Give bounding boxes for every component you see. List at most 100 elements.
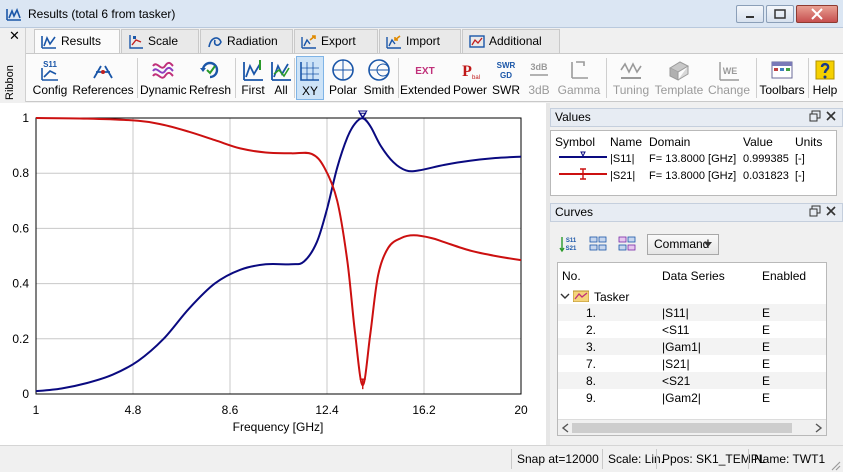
tab-radiation[interactable]: Radiation bbox=[200, 29, 293, 53]
curves-tool-button-3[interactable] bbox=[616, 233, 638, 255]
toolbar-separator bbox=[398, 58, 399, 98]
xy-chart[interactable]: 1 4.8 8.6 12.4 16.2 20 0 0.2 0.4 0.6 0.8 1 Frequenc… bbox=[0, 103, 546, 445]
close-panel-icon[interactable] bbox=[825, 205, 837, 217]
scroll-left-icon[interactable] bbox=[561, 423, 569, 433]
toolbar-separator bbox=[808, 58, 809, 98]
minimize-icon bbox=[746, 16, 754, 18]
y-tick-label: 0 bbox=[22, 387, 29, 401]
scroll-right-icon[interactable] bbox=[815, 423, 823, 433]
y-tick-label: 0.8 bbox=[12, 166, 29, 180]
resize-grip-icon[interactable] bbox=[829, 459, 841, 471]
all-button[interactable]: All bbox=[269, 56, 293, 100]
values-row-value: 0.999385 bbox=[743, 153, 789, 165]
values-table: Symbol Name Domain Value Units |S11| F= … bbox=[550, 130, 837, 196]
tree-col-no: No. bbox=[562, 269, 581, 283]
xy-button[interactable]: XY bbox=[296, 56, 324, 100]
ribbon-label: Ribbon bbox=[4, 65, 16, 100]
polar-button[interactable]: Polar bbox=[326, 56, 360, 100]
curves-tree[interactable]: No. Data Series Enabled Tasker 1. |S11| … bbox=[557, 262, 827, 436]
tree-row[interactable]: 2. <S11 E bbox=[558, 321, 826, 338]
tree-group-label[interactable]: Tasker bbox=[594, 290, 629, 304]
y-tick-label: 0.2 bbox=[12, 332, 29, 346]
tree-horizontal-scrollbar[interactable] bbox=[558, 419, 826, 435]
polar-icon bbox=[332, 59, 354, 81]
close-icon bbox=[811, 8, 823, 20]
help-button[interactable]: Help bbox=[810, 56, 840, 100]
tree-col-series: Data Series bbox=[662, 269, 725, 283]
app-icon bbox=[6, 8, 21, 21]
tree-row[interactable]: 1. |S11| E bbox=[558, 304, 826, 321]
svg-text:EXT: EXT bbox=[415, 66, 434, 77]
curves-tool-button-2[interactable] bbox=[587, 233, 609, 255]
plot-area[interactable]: 1 4.8 8.6 12.4 16.2 20 0 0.2 0.4 0.6 0.8 1 Frequenc… bbox=[0, 103, 546, 445]
ribbon-toolbar: S11 Config References Dynamic Refresh Fi… bbox=[26, 53, 843, 102]
tree-row[interactable]: 3. |Gam1| E bbox=[558, 338, 826, 355]
gamma-button[interactable]: Gamma bbox=[556, 56, 602, 100]
s11-symbol bbox=[559, 151, 607, 158]
close-window-button[interactable] bbox=[796, 5, 838, 23]
tab-scale[interactable]: Scale bbox=[121, 29, 199, 53]
tab-export[interactable]: Export bbox=[294, 29, 378, 53]
toolbar-separator bbox=[756, 58, 757, 98]
toolbar-separator bbox=[235, 58, 236, 98]
values-row-units: [-] bbox=[795, 170, 805, 182]
close-panel-icon[interactable] bbox=[825, 110, 837, 122]
tab-import[interactable]: Import bbox=[379, 29, 461, 53]
power-balance-icon: Pbal bbox=[462, 63, 480, 81]
values-col-units: Units bbox=[795, 135, 823, 149]
additional-icon bbox=[469, 35, 485, 48]
change-button[interactable]: WE Change bbox=[706, 56, 752, 100]
help-icon bbox=[815, 60, 835, 80]
config-button[interactable]: S11 Config bbox=[30, 56, 70, 100]
curves-tool-button-1[interactable]: S11 S21 bbox=[558, 233, 580, 255]
swr-button[interactable]: SWR GD SWR bbox=[490, 56, 522, 100]
x-axis-label: Frequency [GHz] bbox=[233, 420, 324, 434]
status-ppos: Ppos: SK1_TEMPL bbox=[662, 452, 766, 466]
smith-chart-icon bbox=[368, 59, 390, 81]
tree-row[interactable]: 8. <S21 E bbox=[558, 372, 826, 389]
tuning-button[interactable]: Tuning bbox=[610, 56, 652, 100]
smith-button[interactable]: Smith bbox=[362, 56, 396, 100]
tree-row[interactable]: 7. |S21| E bbox=[558, 355, 826, 372]
tree-collapse-icon[interactable] bbox=[560, 291, 570, 301]
toolbars-button[interactable]: Toolbars bbox=[758, 56, 806, 100]
config-icon: S11 bbox=[41, 60, 58, 81]
svg-text:bal: bal bbox=[472, 75, 480, 81]
chevron-down-icon bbox=[704, 242, 712, 247]
ribbon-side-strip: ✕ Ribbon bbox=[0, 28, 26, 102]
tab-additional[interactable]: Additional bbox=[462, 29, 560, 53]
group-curves-icon bbox=[589, 236, 607, 251]
power-button[interactable]: Pbal Power bbox=[452, 56, 488, 100]
restore-panel-icon[interactable] bbox=[809, 110, 821, 122]
series-line-s11 bbox=[35, 117, 522, 393]
tree-col-enabled: Enabled bbox=[762, 269, 807, 283]
minimize-button[interactable] bbox=[736, 5, 764, 23]
command-dropdown[interactable]: Command bbox=[647, 234, 719, 255]
extended-button[interactable]: EXT Extended bbox=[400, 56, 451, 100]
status-separator bbox=[656, 449, 657, 469]
tree-row[interactable]: 9. |Gam2| E bbox=[558, 389, 826, 406]
svg-text:S11: S11 bbox=[566, 238, 577, 244]
template-button[interactable]: Template bbox=[654, 56, 704, 100]
tab-results[interactable]: Results bbox=[34, 29, 120, 54]
3db-icon: 3dB bbox=[530, 62, 548, 76]
dynamic-button[interactable]: Dynamic bbox=[140, 56, 187, 100]
svg-text:SWR: SWR bbox=[497, 61, 516, 70]
chart-axes bbox=[35, 117, 522, 395]
refresh-button[interactable]: Refresh bbox=[188, 56, 232, 100]
3db-button[interactable]: 3dB 3dB bbox=[524, 56, 554, 100]
chart-series bbox=[35, 117, 522, 393]
values-row-name: |S11| bbox=[610, 153, 635, 165]
scrollbar-thumb[interactable] bbox=[572, 423, 792, 433]
values-row-name: |S21| bbox=[610, 170, 636, 182]
restore-panel-icon[interactable] bbox=[809, 205, 821, 217]
first-button[interactable]: First bbox=[238, 56, 268, 100]
change-icon: WE bbox=[719, 62, 739, 81]
export-icon bbox=[301, 35, 316, 49]
toolbar-separator bbox=[137, 58, 138, 98]
references-button[interactable]: References bbox=[72, 56, 134, 100]
svg-text:3dB: 3dB bbox=[530, 62, 548, 72]
swr-icon: SWRGD bbox=[497, 61, 516, 80]
maximize-button[interactable] bbox=[766, 5, 794, 23]
title-bar: Results (total 6 from tasker) bbox=[0, 0, 843, 28]
